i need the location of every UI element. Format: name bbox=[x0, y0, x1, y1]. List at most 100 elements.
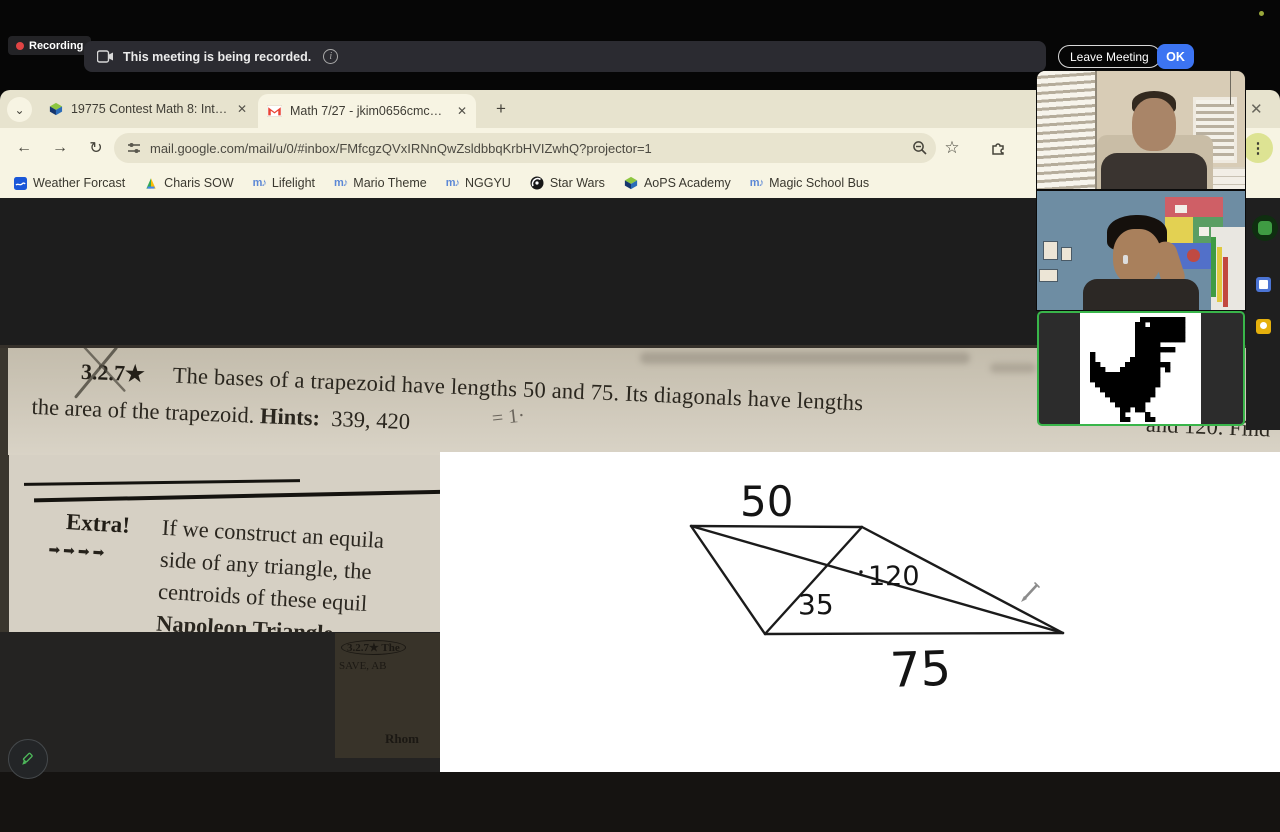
bookmark-charis-sow[interactable]: Charis SOW bbox=[144, 176, 234, 190]
tab-close-icon[interactable]: ✕ bbox=[457, 104, 467, 118]
reload-icon[interactable]: ↻ bbox=[84, 136, 108, 160]
recording-indicator: Recording bbox=[8, 36, 92, 55]
aops-cube-icon bbox=[624, 176, 638, 190]
participant-video-2[interactable] bbox=[1036, 190, 1246, 311]
recording-label: Recording bbox=[29, 39, 84, 52]
handwritten-mark: = 1· bbox=[490, 404, 526, 430]
bookmark-magic-school-bus[interactable]: m♪ Magic School Bus bbox=[750, 176, 869, 190]
bookmark-star-wars[interactable]: Star Wars bbox=[530, 176, 605, 190]
bookmark-label: Lifelight bbox=[271, 176, 315, 190]
back-icon[interactable]: ← bbox=[12, 136, 36, 160]
attachment-text: Rhom bbox=[385, 731, 419, 746]
zoom-meeting-window: Recording This meeting is being recorded… bbox=[0, 0, 1280, 832]
tab-contest-math[interactable]: 19775 Contest Math 8: Intro to ✕ bbox=[40, 94, 256, 124]
bookmark-lifelight[interactable]: m♪ Lifelight bbox=[253, 176, 315, 190]
dimmed-email-body: 3.2.7★ The SAVE, AB Rhom bbox=[0, 632, 440, 772]
bookmark-label: Weather Forcast bbox=[33, 176, 126, 190]
bookmark-label: Magic School Bus bbox=[769, 176, 870, 190]
bookmark-label: Star Wars bbox=[549, 176, 605, 190]
section-rule bbox=[23, 479, 301, 486]
info-icon[interactable]: i bbox=[323, 49, 339, 64]
weather-icon bbox=[14, 176, 27, 190]
bookmark-aops-academy[interactable]: AoPS Academy bbox=[624, 176, 731, 190]
participant-shoulders bbox=[1083, 279, 1199, 310]
status-dot bbox=[1259, 11, 1264, 16]
extra-line: side of any triangle, the bbox=[159, 546, 373, 585]
close-icon[interactable]: ✕ bbox=[1250, 100, 1263, 118]
trapezoid-drawing: 50 120 35 75 bbox=[689, 477, 1065, 699]
url-text: mail.google.com/mail/u/0/#inbox/FMfcgzQV… bbox=[150, 140, 652, 156]
keep-icon[interactable] bbox=[1256, 319, 1271, 334]
pen-dot bbox=[859, 570, 863, 574]
bookmark-label: Charis SOW bbox=[164, 176, 234, 190]
bookmark-nggyu[interactable]: m♪ NGGYU bbox=[446, 176, 511, 190]
window-shutters bbox=[1037, 71, 1097, 189]
bookmark-weather[interactable]: Weather Forcast bbox=[14, 176, 125, 190]
picture-frame bbox=[1039, 269, 1058, 282]
recording-dot-icon bbox=[16, 41, 24, 50]
picture-frame bbox=[1061, 247, 1072, 261]
bookmark-label: Mario Theme bbox=[353, 176, 427, 190]
pencil-icon bbox=[22, 752, 33, 765]
textbook-extra-section: Extra! ➡➡➡➡ If we construct an equila si… bbox=[0, 455, 440, 632]
bookmark-label: NGGYU bbox=[464, 176, 511, 190]
extra-line: Napoleon Triangle bbox=[155, 610, 335, 632]
pencil-cross-mark bbox=[74, 348, 126, 399]
calendar-icon[interactable] bbox=[1256, 277, 1271, 292]
label-bottom-base: 75 bbox=[889, 641, 952, 699]
label-mid-segment: 35 bbox=[798, 588, 834, 621]
annotate-button[interactable] bbox=[8, 739, 48, 779]
wall-decor bbox=[1187, 249, 1200, 262]
attachment-text: 3.2.7★ The bbox=[341, 640, 406, 655]
recording-banner: This meeting is being recorded. i bbox=[84, 41, 1046, 72]
site-info-icon[interactable] bbox=[127, 142, 141, 154]
pencil-cursor-icon bbox=[1021, 582, 1040, 602]
extra-heading: Extra! bbox=[65, 509, 131, 538]
address-bar[interactable]: mail.google.com/mail/u/0/#inbox/FMfcgzQV… bbox=[114, 133, 936, 163]
bottom-bar bbox=[0, 772, 1280, 832]
gmail-icon bbox=[267, 105, 282, 117]
bookmark-label: AoPS Academy bbox=[643, 176, 731, 190]
participant-video-3-active-speaker[interactable] bbox=[1037, 311, 1245, 426]
browser-menu-icon[interactable]: ⋮ bbox=[1243, 133, 1273, 163]
tab-close-icon[interactable]: ✕ bbox=[237, 102, 247, 116]
music-note-icon: m♪ bbox=[445, 177, 460, 189]
bookmark-star-icon[interactable]: ☆ bbox=[940, 136, 964, 160]
hints-values: 339, 420 bbox=[330, 405, 411, 435]
earbud bbox=[1123, 255, 1128, 264]
forward-icon[interactable]: → bbox=[48, 136, 72, 160]
new-tab-button[interactable]: + bbox=[489, 97, 513, 121]
lamp-cord bbox=[1230, 71, 1231, 105]
tab-search-chevron-icon[interactable]: ⌄ bbox=[7, 97, 32, 122]
tab-title: 19775 Contest Math 8: Intro to bbox=[70, 102, 229, 116]
starwars-icon bbox=[530, 176, 544, 190]
recording-banner-text: This meeting is being recorded. bbox=[123, 49, 312, 64]
music-note-icon: m♪ bbox=[334, 177, 348, 189]
dino-avatar-icon bbox=[1090, 317, 1186, 422]
zoom-out-icon[interactable] bbox=[908, 136, 932, 160]
participant-shoulders bbox=[1101, 153, 1207, 189]
tab-title: Math 7/27 - jkim0656cmcs@gm bbox=[290, 104, 448, 118]
label-diagonal: 120 bbox=[868, 561, 920, 592]
aops-cube-icon bbox=[49, 102, 63, 116]
picture-frame bbox=[1043, 241, 1058, 260]
tab-gmail-math[interactable]: Math 7/27 - jkim0656cmcs@gm ✕ bbox=[258, 94, 476, 128]
arrows-icon: ➡➡➡➡ bbox=[47, 543, 108, 562]
attachment-thumbnail[interactable]: 3.2.7★ The SAVE, AB Rhom bbox=[335, 633, 440, 758]
label-top-base: 50 bbox=[740, 477, 793, 526]
extensions-puzzle-icon[interactable] bbox=[986, 136, 1010, 160]
music-note-icon: m♪ bbox=[252, 177, 267, 189]
page-bleed-texture bbox=[640, 352, 970, 364]
whiteboard-canvas[interactable]: 50 120 35 75 bbox=[440, 452, 1280, 772]
section-rule bbox=[34, 489, 440, 503]
participant-face bbox=[1132, 98, 1176, 151]
participant-video-1[interactable] bbox=[1036, 70, 1246, 190]
ok-button[interactable]: OK bbox=[1157, 44, 1194, 69]
door-panel bbox=[1211, 227, 1245, 310]
leave-meeting-button[interactable]: Leave Meeting bbox=[1058, 45, 1161, 68]
bookmark-mario-theme[interactable]: m♪ Mario Theme bbox=[334, 176, 427, 190]
music-note-icon: m♪ bbox=[749, 177, 764, 189]
attachment-text: SAVE, AB bbox=[339, 660, 387, 672]
side-panel-avatar-icon[interactable] bbox=[1252, 215, 1278, 241]
extra-line: centroids of these equil bbox=[157, 578, 368, 617]
